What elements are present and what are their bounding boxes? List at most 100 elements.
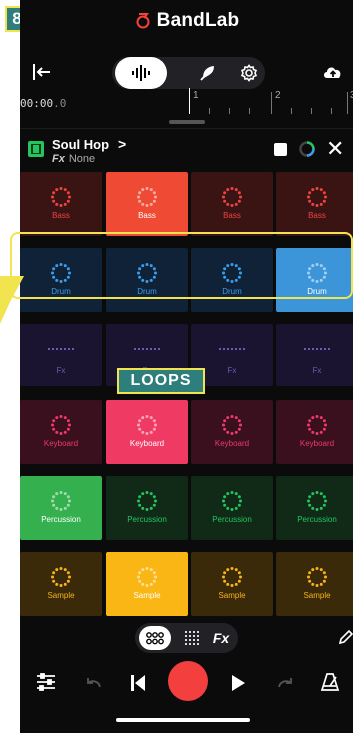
loop-pad-keyboard[interactable]: Keyboard <box>276 400 353 464</box>
fx-icon[interactable]: Fx <box>209 623 233 653</box>
loop-ring-icon <box>137 187 157 207</box>
loop-ring-icon <box>137 491 157 511</box>
pencil-icon[interactable] <box>338 629 353 645</box>
skip-back-icon[interactable] <box>130 674 146 697</box>
drag-handle[interactable] <box>169 120 205 124</box>
loop-pad-label: Drum <box>137 287 157 296</box>
feather-icon[interactable] <box>183 57 231 89</box>
loop-pad-label: Percussion <box>212 515 252 524</box>
loop-pad-percussion[interactable]: Percussion <box>20 476 102 540</box>
loop-pad-label: Fx <box>312 366 322 375</box>
loop-pad-percussion[interactable]: Percussion <box>191 476 273 540</box>
home-indicator[interactable] <box>116 718 250 722</box>
loop-pad-label: Drum <box>51 287 71 296</box>
loop-ring-icon <box>51 187 71 207</box>
loop-pad-label: Drum <box>307 287 327 296</box>
loop-ring-icon <box>222 263 242 283</box>
playhead[interactable] <box>189 88 190 114</box>
gear-icon[interactable] <box>225 57 273 89</box>
loop-pad-sample[interactable]: Sample <box>276 552 353 616</box>
loop-pad-keyboard[interactable]: Keyboard <box>191 400 273 464</box>
waveform-icon[interactable] <box>115 57 167 89</box>
loop-pad-label: Sample <box>133 591 161 600</box>
app-name: BandLab <box>156 10 240 31</box>
loop-ring-icon <box>222 187 242 207</box>
loop-pad-label: Percussion <box>127 515 167 524</box>
loop-ring-icon <box>307 491 327 511</box>
loop-pad-label: Sample <box>303 591 331 600</box>
loop-pad-bass[interactable]: Bass <box>20 172 102 236</box>
loop-pad-label: Fx <box>227 366 237 375</box>
loop-pad-drum[interactable]: Drum <box>276 248 353 312</box>
fx-value: None <box>68 153 96 165</box>
time-main: 00:00 <box>20 97 54 110</box>
loop-pad-percussion[interactable]: Percussion <box>106 476 188 540</box>
loop-ring-icon <box>222 567 242 587</box>
fx-dots <box>304 348 330 351</box>
time-display: 00:00.0 <box>20 97 66 110</box>
app-brand: BandLab <box>20 10 353 32</box>
redo-icon[interactable] <box>277 676 293 694</box>
fx-dots <box>219 348 245 351</box>
loop-ring-icon <box>307 415 327 435</box>
mixer-icon[interactable] <box>36 673 56 696</box>
loop-pad-drum[interactable]: Drum <box>106 248 188 312</box>
divider <box>20 128 353 129</box>
loop-pad-fx[interactable]: Fx <box>20 324 102 386</box>
loop-pad-label: Fx <box>56 366 66 375</box>
loop-ring-icon <box>137 415 157 435</box>
close-icon[interactable]: ✕ <box>326 138 344 160</box>
loop-ring-icon <box>222 491 242 511</box>
loop-pack-selector[interactable]: Soul Hop > Fx None <box>28 136 228 167</box>
loop-pad-sample[interactable]: Sample <box>191 552 273 616</box>
loop-ring-icon <box>51 491 71 511</box>
grid-icon[interactable] <box>181 623 203 653</box>
loop-pad-keyboard[interactable]: Keyboard <box>106 400 188 464</box>
loop-pad-sample[interactable]: Sample <box>20 552 102 616</box>
bandlab-logo-icon <box>134 10 152 32</box>
loop-pad-drum[interactable]: Drum <box>191 248 273 312</box>
transport-bar <box>20 660 353 706</box>
loop-pad-label: Percussion <box>41 515 81 524</box>
loop-pad-bass[interactable]: Bass <box>276 172 353 236</box>
fx-dots <box>48 348 74 351</box>
app-screen: BandLab 00:00.0 1 2 3 Soul Hop > Fx None… <box>20 0 353 733</box>
loop-pad-bass[interactable]: Bass <box>191 172 273 236</box>
loop-pad-fx[interactable]: Fx <box>276 324 353 386</box>
cloud-upload-icon[interactable] <box>321 60 345 84</box>
fx-label: Fx <box>52 153 65 165</box>
loop-ring-icon <box>307 263 327 283</box>
loop-pad-keyboard[interactable]: Keyboard <box>20 400 102 464</box>
timeline-ruler[interactable]: 1 2 3 <box>189 90 353 116</box>
loop-ring-icon <box>137 567 157 587</box>
loop-pad-label: Percussion <box>297 515 337 524</box>
loop-pad-label: Keyboard <box>43 439 79 448</box>
undo-icon[interactable] <box>86 676 102 694</box>
loop-ring-icon <box>222 415 242 435</box>
record-button[interactable] <box>168 661 208 701</box>
loop-pad-label: Keyboard <box>129 439 165 448</box>
loading-icon <box>298 140 316 158</box>
loops-annotation-tag: LOOPS <box>117 368 205 394</box>
play-icon[interactable] <box>230 674 246 697</box>
stop-icon[interactable] <box>274 143 287 156</box>
loop-ring-icon <box>307 187 327 207</box>
loop-pad-label: Drum <box>222 287 242 296</box>
fx-dots <box>134 348 160 351</box>
pads-icon[interactable] <box>139 626 171 650</box>
metronome-icon[interactable] <box>320 672 340 697</box>
loop-pad-label: Keyboard <box>299 439 335 448</box>
bar-label: 1 <box>193 90 199 101</box>
exit-icon[interactable] <box>30 60 54 84</box>
loop-pad-percussion[interactable]: Percussion <box>276 476 353 540</box>
loop-ring-icon <box>51 263 71 283</box>
loop-pack-fx: Fx None <box>52 153 95 165</box>
loop-pad-label: Bass <box>138 211 156 220</box>
loop-pack-name: Soul Hop <box>52 137 110 152</box>
loop-ring-icon <box>137 263 157 283</box>
loop-pad-bass[interactable]: Bass <box>106 172 188 236</box>
loop-pad-sample[interactable]: Sample <box>106 552 188 616</box>
view-switcher: Fx <box>135 623 238 653</box>
loop-pad-drum[interactable]: Drum <box>20 248 102 312</box>
loop-ring-icon <box>51 415 71 435</box>
